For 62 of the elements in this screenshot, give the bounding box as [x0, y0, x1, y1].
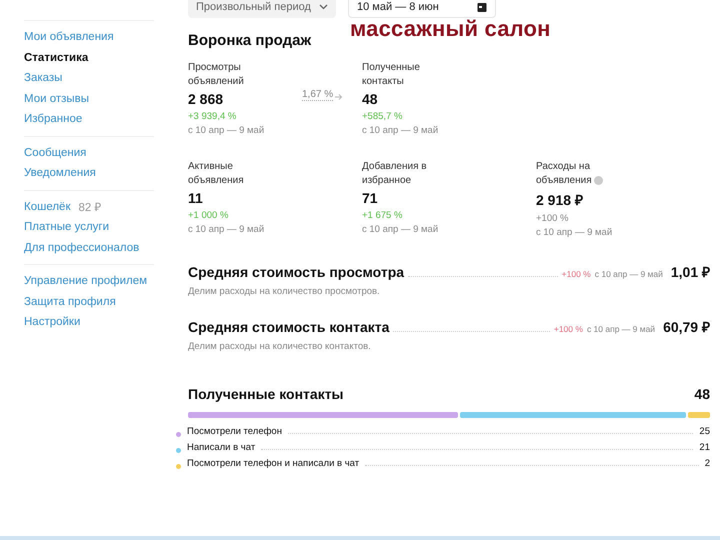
metric-value: 11	[188, 190, 203, 206]
metric-value: 71	[362, 190, 378, 206]
sidebar-link[interactable]: Мои отзывы	[24, 90, 90, 107]
legend-label: Написали в чат	[187, 442, 256, 453]
legend-value: 25	[699, 426, 710, 437]
arrow-icon	[335, 93, 344, 101]
metric-value: 48	[362, 91, 378, 107]
caption-text: массажный салон	[350, 16, 551, 42]
sidebar-link[interactable]: Настройки	[24, 314, 80, 330]
legend-value: 2	[704, 458, 710, 469]
metric-label: Просмотры объявлений	[188, 62, 244, 87]
metric-period: с 10 апр — 9 май	[362, 223, 440, 237]
contacts-title: Полученные контакты	[188, 386, 344, 402]
cost-note: Делим расходы на количество просмотров.	[188, 286, 381, 297]
metric-label: Расходы на объявления	[536, 161, 592, 186]
metric-period: с 10 апр — 9 май	[536, 226, 614, 240]
cost-period: с 10 апр — 9 май	[594, 269, 663, 279]
cost-period: с 10 апр — 9 май	[586, 324, 656, 334]
cost-change: +100 %	[554, 324, 583, 334]
metric-label: Активные объявления	[188, 161, 244, 186]
metric-period: с 10 апр — 9 май	[188, 223, 266, 237]
metric-value: 2 918 ₽	[536, 192, 583, 208]
section-title: Воронка продаж	[188, 32, 312, 49]
legend-label: Посмотрели телефон и написали в чат	[187, 458, 360, 469]
metric-change: +1 675 %	[362, 209, 404, 223]
bar-segment	[688, 412, 710, 418]
cost-value: 60,79 ₽	[663, 318, 710, 336]
contacts-total: 48	[694, 386, 710, 402]
cost-title: Средняя стоимость контакта	[188, 319, 390, 335]
cost-value: 1,01 ₽	[670, 263, 710, 281]
cost-title: Средняя стоимость просмотра	[188, 264, 404, 280]
sidebar-link[interactable]: Избранное	[24, 111, 82, 128]
sidebar-link[interactable]: Защита профиля	[24, 294, 116, 310]
sidebar-link[interactable]: Управление профилем	[24, 273, 148, 290]
metric-label: Добавления в избранное	[362, 161, 427, 186]
metric-change: +3 939,4 %	[188, 110, 238, 124]
sidebar-link[interactable]: Заказы	[24, 70, 62, 86]
legend-value: 21	[699, 442, 710, 453]
legend-label: Посмотрели телефон	[187, 426, 282, 437]
chevron-down-icon	[319, 4, 328, 10]
metric-label: Полученные контакты	[362, 62, 420, 87]
cost-change: +100 %	[562, 269, 591, 279]
wallet-balance: 82 ₽	[78, 201, 102, 214]
sidebar-link[interactable]: Платные услуги	[24, 219, 110, 236]
sidebar-link[interactable]: Мои объявления	[24, 29, 114, 46]
metric-period: с 10 апр — 9 май	[188, 124, 266, 138]
metric-value: 2 868	[188, 91, 224, 107]
metric-change: +585,7 %	[362, 110, 404, 124]
sidebar-link[interactable]: Уведомления	[24, 165, 96, 182]
sidebar-link[interactable]: Статистика	[24, 50, 88, 66]
metric-change: +100 %	[536, 212, 570, 226]
sidebar-link[interactable]: Сообщения	[24, 144, 86, 161]
metric-period: с 10 апр — 9 май	[362, 124, 440, 138]
sidebar-link[interactable]: Для профессионалов	[24, 240, 140, 256]
period-select[interactable]: Произвольный период	[188, 0, 336, 18]
info-icon[interactable]	[594, 176, 604, 185]
conversion-rate: 1,67 %	[302, 89, 334, 101]
cost-note: Делим расходы на количество контактов.	[188, 341, 372, 352]
date-range-field[interactable]: 10 май — 8 июн	[348, 0, 496, 18]
calendar-icon	[477, 2, 487, 12]
sidebar-link[interactable]: Кошелёк	[24, 198, 70, 215]
metric-change: +1 000 %	[188, 209, 230, 223]
